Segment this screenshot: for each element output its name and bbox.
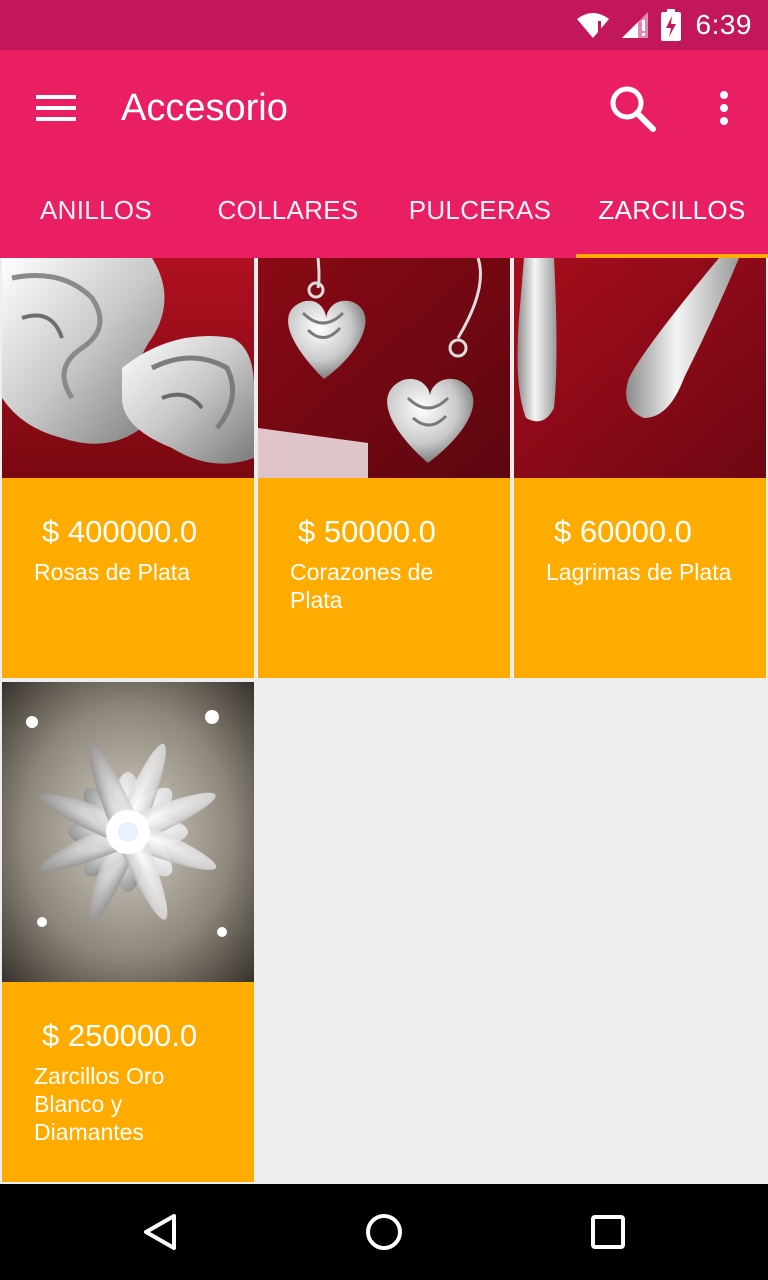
page-title: Accesorio: [121, 87, 288, 129]
recents-icon[interactable]: [578, 1202, 638, 1262]
tab-bar: ANILLOS COLLARES PULCERAS ZARCILLOS: [0, 162, 768, 258]
product-price: $ 400000.0: [42, 514, 198, 549]
home-icon[interactable]: [354, 1202, 414, 1262]
signal-icon: [620, 11, 650, 39]
product-price: $ 250000.0: [42, 1018, 198, 1053]
product-name: Zarcillos Oro Blanco y Diamantes: [34, 1063, 165, 1145]
status-bar: 6:39: [0, 0, 768, 50]
wifi-icon: [576, 11, 610, 39]
product-card[interactable]: $ 60000.0 Lagrimas de Plata: [514, 258, 766, 678]
search-icon[interactable]: [598, 78, 666, 138]
product-price: $ 60000.0: [554, 514, 692, 549]
product-image: [514, 258, 766, 478]
product-image: [2, 682, 254, 982]
toolbar: Accesorio: [0, 50, 768, 162]
app-bar: Accesorio ANILLOS COLLARES PULCERAS ZARC…: [0, 50, 768, 258]
tab-zarcillos[interactable]: ZARCILLOS: [576, 162, 768, 258]
system-nav-bar: [0, 1184, 768, 1280]
tab-anillos[interactable]: ANILLOS: [0, 162, 192, 258]
tab-label: ZARCILLOS: [598, 194, 746, 225]
tab-label: ANILLOS: [40, 194, 152, 225]
tab-pulceras[interactable]: PULCERAS: [384, 162, 576, 258]
tab-label: PULCERAS: [408, 194, 552, 225]
more-vert-icon[interactable]: [700, 78, 748, 138]
tab-collares[interactable]: COLLARES: [192, 162, 384, 258]
product-grid: $ 400000.0 Rosas de Plata $ 50000.0 Cora…: [0, 258, 768, 1184]
product-card[interactable]: $ 400000.0 Rosas de Plata: [2, 258, 254, 678]
product-name: Lagrimas de Plata: [546, 559, 732, 585]
hamburger-menu-icon[interactable]: [24, 80, 88, 136]
battery-charging-icon: [660, 9, 682, 41]
product-image: [258, 258, 510, 478]
tab-label: COLLARES: [217, 194, 359, 225]
product-name: Corazones de Plata: [290, 559, 434, 613]
status-time: 6:39: [695, 9, 752, 40]
product-card[interactable]: $ 50000.0 Corazones de Plata: [258, 258, 510, 678]
product-price: $ 50000.0: [298, 514, 436, 549]
product-name: Rosas de Plata: [34, 559, 190, 585]
back-icon[interactable]: [130, 1202, 190, 1262]
product-image: [2, 258, 254, 478]
product-card[interactable]: $ 250000.0 Zarcillos Oro Blanco y Diaman…: [2, 682, 254, 1182]
